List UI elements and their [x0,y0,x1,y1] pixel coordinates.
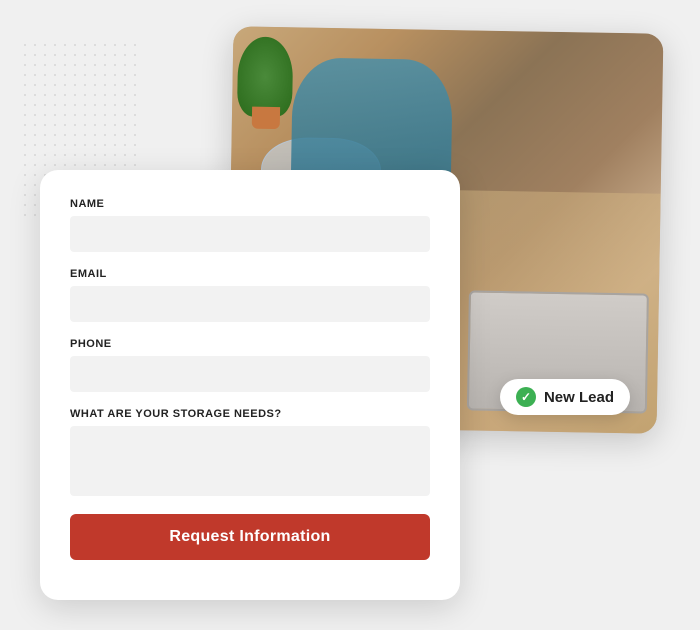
storage-needs-label: WHAT ARE YOUR STORAGE NEEDS? [70,408,430,420]
new-lead-badge: New Lead [500,379,630,415]
email-label: EMAIL [70,268,430,280]
plant-decoration [237,36,293,117]
email-input[interactable] [70,286,430,322]
form-card: NAME EMAIL PHONE WHAT ARE YOUR STORAGE N… [40,170,460,600]
email-field: EMAIL [70,268,430,322]
phone-input[interactable] [70,356,430,392]
scene: NAME EMAIL PHONE WHAT ARE YOUR STORAGE N… [40,30,660,600]
storage-needs-field: WHAT ARE YOUR STORAGE NEEDS? [70,408,430,496]
storage-needs-input[interactable] [70,426,430,496]
submit-button[interactable]: Request Information [70,514,430,560]
phone-field: PHONE [70,338,430,392]
phone-label: PHONE [70,338,430,350]
name-field: NAME [70,198,430,252]
check-circle-icon [516,387,536,407]
plant-pot [252,107,280,129]
name-input[interactable] [70,216,430,252]
name-label: NAME [70,198,430,210]
new-lead-label: New Lead [544,389,614,406]
